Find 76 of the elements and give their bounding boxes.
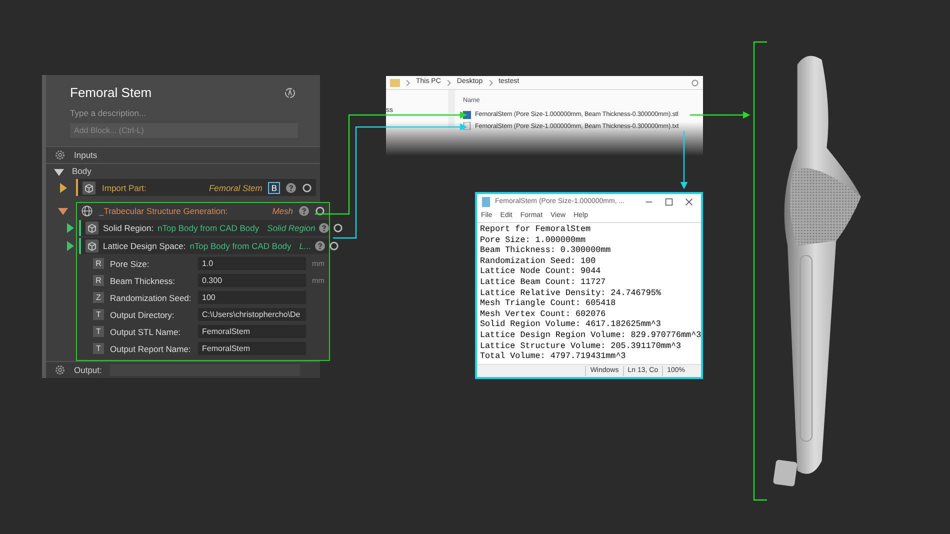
input-value: nTop Body from CAD Body <box>158 222 260 235</box>
chevron-icon <box>406 80 410 86</box>
chevron-icon <box>488 80 493 86</box>
block-row[interactable]: Import Part: Femoral Stem B <box>76 179 316 196</box>
type-tag: R <box>93 258 104 270</box>
badge[interactable]: B <box>268 182 280 194</box>
block-row[interactable]: _Trabecular Structure Generation: Mesh <box>77 203 329 218</box>
cube-icon <box>82 180 96 195</box>
scrollbar[interactable] <box>448 90 455 128</box>
caret-icon[interactable] <box>54 166 64 177</box>
connector-line <box>680 131 688 190</box>
input-field[interactable]: FemoralStem <box>198 325 306 338</box>
block-type: Mesh <box>272 204 293 218</box>
input-label: Beam Thickness: <box>110 274 176 288</box>
chevron-icon <box>446 80 451 86</box>
globe-icon <box>81 204 93 217</box>
input-label: Solid Region: <box>103 222 154 235</box>
type-tag: T <box>93 326 104 338</box>
text-line: Report for FemoralStem <box>480 224 592 235</box>
help-icon[interactable] <box>319 223 330 234</box>
input-label: Randomization Seed: <box>110 292 192 304</box>
caret-icon[interactable] <box>58 182 68 193</box>
section-label[interactable]: Output: <box>74 364 102 377</box>
type-tag: R <box>93 275 104 286</box>
input-value: nTop Body from CAD Body <box>190 240 292 253</box>
input-field[interactable]: 0.300 <box>198 274 306 288</box>
input-field[interactable]: FemoralStem <box>198 342 306 356</box>
text-line: Lattice Relative Density: 24.746795% <box>480 288 662 298</box>
input-label: Output Directory: <box>110 308 176 322</box>
cube-icon <box>85 221 99 236</box>
connector-line <box>690 111 750 119</box>
block-label: Import Part: <box>102 182 146 194</box>
text-line: Lattice Structure Volume: 205.391170mm^3 <box>480 340 682 352</box>
text-line: Beam Thickness: 0.300000mm <box>480 245 612 256</box>
type-tag: T <box>93 343 104 354</box>
text-line: Total Volume: 4797.719431mm^3 <box>480 351 627 362</box>
input-label: Output STL Name: <box>110 326 182 338</box>
close-icon[interactable] <box>685 198 693 206</box>
input-label: Lattice Design Space: <box>103 240 186 253</box>
type-tag: T <box>93 309 104 320</box>
notebook-title: Femoral Stem <box>70 84 152 102</box>
input-label: Pore Size: <box>110 258 150 270</box>
cube-icon <box>85 239 99 254</box>
text-line: Mesh Vertex Count: 602076 <box>480 308 607 320</box>
notepad-icon <box>481 197 491 207</box>
caret-icon[interactable] <box>58 206 68 216</box>
help-icon[interactable] <box>315 241 326 252</box>
gear-icon <box>54 364 66 376</box>
maximize-icon[interactable] <box>665 198 673 206</box>
block-value: Femoral Stem <box>208 182 262 194</box>
input-field[interactable]: 1.0 <box>198 257 306 270</box>
output-port-icon[interactable] <box>329 241 340 252</box>
input-label: Output Report Name: <box>110 342 192 356</box>
text-line: Solid Region Volume: 4617.182625mm^3 <box>480 319 662 330</box>
section-label[interactable]: Body <box>72 165 92 178</box>
text-line: Mesh Triangle Count: 605418 <box>480 298 617 309</box>
help-icon[interactable] <box>286 182 296 193</box>
section-label[interactable]: Inputs <box>74 148 98 162</box>
help-icon[interactable] <box>299 206 309 216</box>
output-port-icon[interactable] <box>333 223 344 234</box>
text-line: Lattice Node Count: 9044 <box>480 266 602 277</box>
input-type: L... <box>299 240 312 253</box>
folder-icon <box>390 78 400 88</box>
block-label: _Trabecular Structure Generation: <box>99 204 228 218</box>
text-line: Randomization Seed: 100 <box>480 256 597 266</box>
type-tag: Z <box>93 292 104 304</box>
gear-icon <box>54 149 66 162</box>
text-line: Lattice Beam Count: 11727 <box>480 276 607 288</box>
output-port-icon[interactable] <box>302 182 312 193</box>
output-field[interactable] <box>110 364 300 376</box>
input-type: Solid Region <box>267 222 316 235</box>
text-line: Lattice Design Region Volume: 829.970776mm^3 <box>480 330 702 341</box>
output-port-icon[interactable] <box>315 206 325 216</box>
text-line: Pore Size: 1.000000mm <box>480 234 587 246</box>
input-field[interactable]: 100 <box>198 291 306 304</box>
input-field[interactable]: C:\Users\christophercho\De <box>198 308 306 322</box>
